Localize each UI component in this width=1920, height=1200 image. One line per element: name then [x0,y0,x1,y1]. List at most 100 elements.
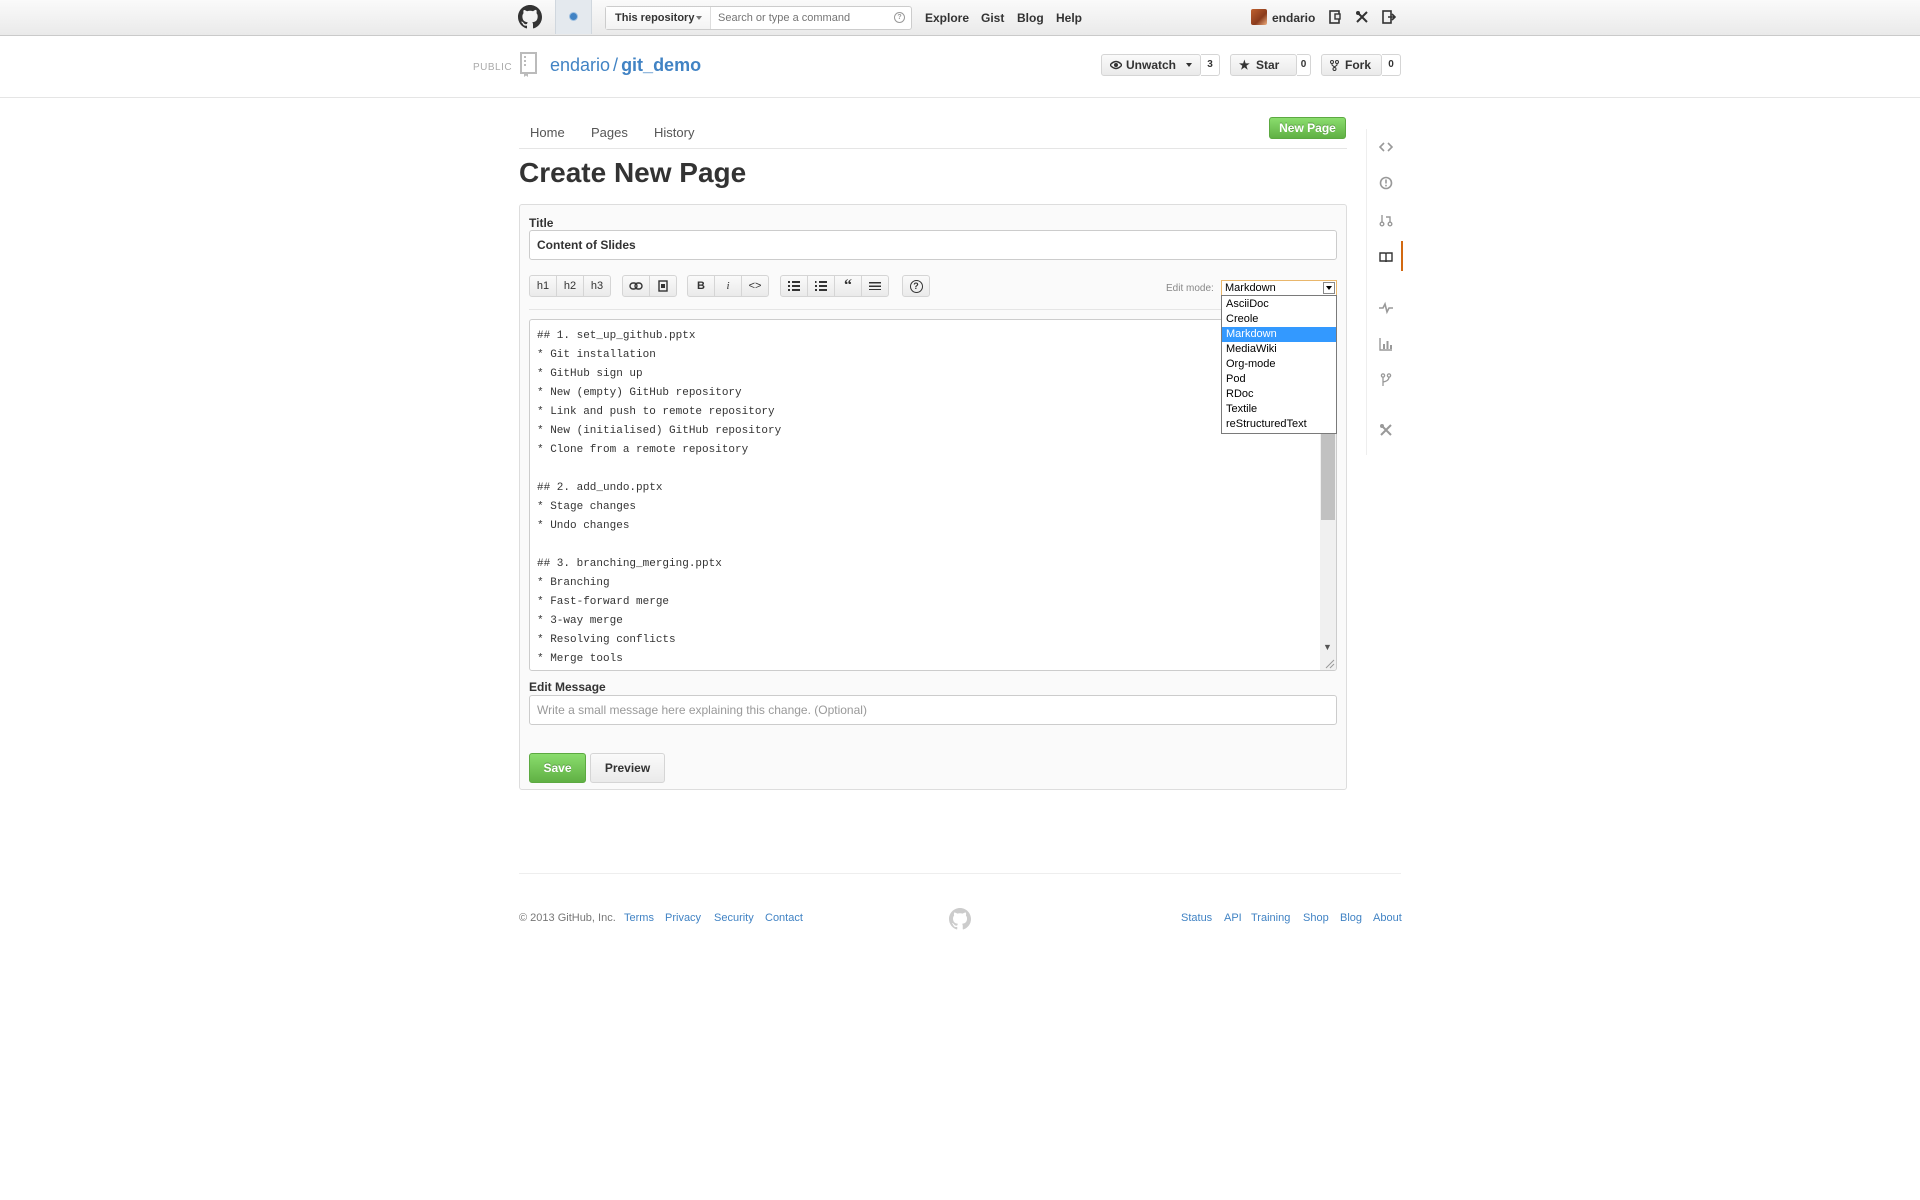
edit-mode-option[interactable]: Textile [1222,402,1336,417]
page-title: Create New Page [519,157,747,188]
ordered-list-button[interactable] [807,275,835,297]
nav-gist[interactable]: Gist [981,11,1004,25]
italic-button[interactable]: i [714,275,742,297]
code-button[interactable]: <> [741,275,769,297]
nav-help[interactable]: Help [1056,11,1082,25]
help-icon: ? [909,280,923,293]
network-icon[interactable] [1379,373,1393,387]
repo-title-separator: / [613,55,619,75]
footer-link-privacy[interactable]: Privacy [665,912,701,924]
pulse-icon[interactable] [1379,301,1393,315]
wiki-nav-pages[interactable]: Pages [591,125,628,140]
chevron-down-icon[interactable] [1323,282,1335,294]
h2-button[interactable]: h2 [556,275,584,297]
edit-mode-option[interactable]: Org-mode [1222,357,1336,372]
footer-link-security[interactable]: Security [714,912,754,924]
settings-icon[interactable] [1355,10,1369,24]
save-button[interactable]: Save [529,753,586,783]
pull-request-icon[interactable] [1379,213,1393,227]
nav-blog[interactable]: Blog [1017,11,1044,25]
fork-label: Fork [1345,58,1372,72]
visibility-label: PUBLIC [473,62,513,73]
search-scope-label: This repository [615,12,695,24]
search-scope-select[interactable]: This repository [606,7,711,29]
star-count[interactable]: 0 [1297,54,1311,76]
chevron-down-icon [696,16,702,20]
scroll-down-icon[interactable]: ▼ [1323,642,1332,652]
graphs-icon[interactable] [1379,337,1393,351]
edit-mode-option-selected[interactable]: Markdown [1222,327,1336,342]
footer-link-shop[interactable]: Shop [1303,912,1329,924]
edit-mode-option[interactable]: RDoc [1222,387,1336,402]
github-logo-icon[interactable] [949,908,971,930]
avatar[interactable] [1251,9,1267,25]
edit-mode-option[interactable]: AsciiDoc [1222,297,1336,312]
repo-owner-link[interactable]: endario [550,55,610,75]
ordered-list-icon [815,281,827,291]
resize-grip-icon[interactable] [1323,657,1335,669]
bold-button[interactable]: B [687,275,715,297]
link-buttons [622,275,677,297]
repo-sidebar [1366,129,1403,455]
edit-mode-select[interactable]: Markdown [1221,280,1337,296]
preview-button[interactable]: Preview [590,753,665,783]
edit-mode-option[interactable]: Creole [1222,312,1336,327]
page-body-editor[interactable]: ## 1. set_up_github.pptx * Git installat… [529,319,1337,671]
footer-link-terms[interactable]: Terms [624,912,654,924]
edit-message-label: Edit Message [529,680,606,694]
search-help-icon[interactable]: ? [894,12,905,23]
edit-mode-option[interactable]: Pod [1222,372,1336,387]
settings-icon[interactable] [1379,423,1393,437]
h3-button[interactable]: h3 [583,275,611,297]
footer-link-api[interactable]: API [1224,912,1242,924]
watch-count[interactable]: 3 [1201,54,1220,76]
unwatch-button[interactable]: Unwatch [1101,54,1201,76]
link-button[interactable] [622,275,650,297]
new-repo-icon[interactable] [1328,10,1342,24]
notifications-button[interactable] [555,0,592,34]
star-button[interactable]: ★ Star [1230,54,1297,76]
fork-button[interactable]: Fork [1321,54,1382,76]
search-input[interactable] [714,7,897,29]
wiki-icon[interactable] [1379,250,1393,264]
top-header: This repository ? Explore Gist Blog Help… [0,0,1920,36]
issues-icon[interactable] [1379,176,1393,190]
page-body-text[interactable]: ## 1. set_up_github.pptx * Git installat… [537,327,1297,669]
help-buttons: ? [902,275,930,297]
edit-message-input[interactable] [529,695,1337,725]
code-icon[interactable] [1379,140,1393,154]
fork-count[interactable]: 0 [1382,54,1401,76]
wiki-nav-history[interactable]: History [654,125,694,140]
horizontal-rule-button[interactable] [861,275,889,297]
unordered-list-button[interactable] [780,275,808,297]
footer-link-about[interactable]: About [1373,912,1402,924]
footer-link-training[interactable]: Training [1251,912,1290,924]
title-input[interactable] [529,230,1337,260]
footer-link-contact[interactable]: Contact [765,912,803,924]
repo-name-link[interactable]: git_demo [621,55,701,75]
sign-out-icon[interactable] [1382,10,1396,24]
format-buttons: B i <> [687,275,769,297]
image-button[interactable] [649,275,677,297]
h1-button[interactable]: h1 [529,275,557,297]
eye-icon [1110,60,1122,70]
wiki-nav-home[interactable]: Home [530,125,565,140]
nav-explore[interactable]: Explore [925,11,969,25]
username-link[interactable]: endario [1272,11,1315,25]
github-logo-icon[interactable] [518,5,542,29]
blockquote-button[interactable]: “ [834,275,862,297]
sidebar-active-indicator [1401,241,1403,271]
scrollbar-thumb[interactable] [1321,430,1335,520]
repo-book-icon [520,52,537,77]
edit-mode-option[interactable]: reStructuredText [1222,417,1336,432]
list-buttons: “ [780,275,889,297]
repo-header: PUBLIC endario / git_demo Unwatch 3 ★ Star… [0,36,1920,98]
edit-mode-label: Edit mode: [1166,283,1214,294]
edit-mode-option[interactable]: MediaWiki [1222,342,1336,357]
divider [519,148,1347,149]
footer-link-status[interactable]: Status [1181,912,1212,924]
new-page-button[interactable]: New Page [1269,117,1346,139]
help-button[interactable]: ? [902,275,930,297]
unwatch-label: Unwatch [1126,58,1177,72]
footer-link-blog[interactable]: Blog [1340,912,1362,924]
